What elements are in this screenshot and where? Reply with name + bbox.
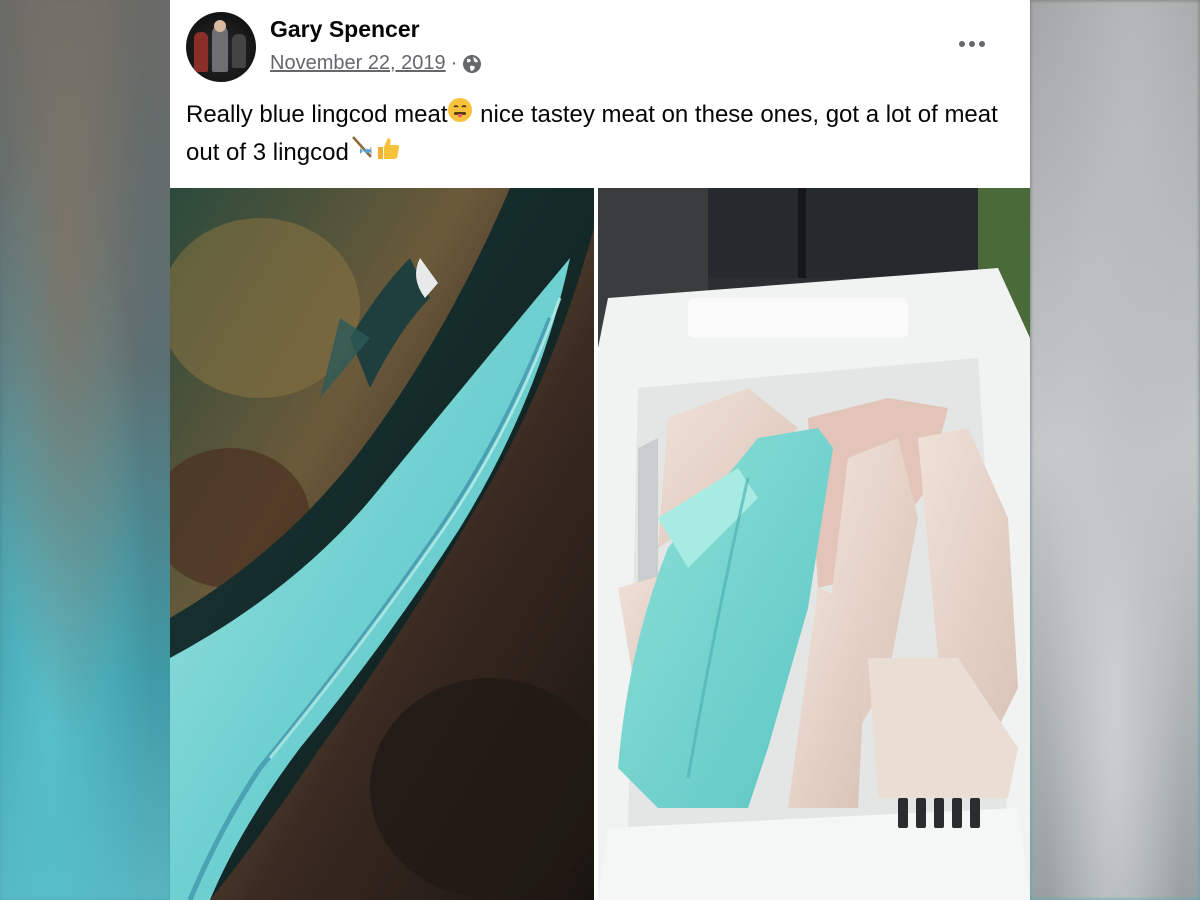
blurred-background-right <box>1030 0 1200 900</box>
blue-lingcod-fillet-photo[interactable] <box>170 188 594 900</box>
post-date[interactable]: November 22, 2019 <box>270 52 446 75</box>
globe-icon[interactable] <box>462 54 482 74</box>
post-header: Gary Spencer November 22, 2019 · <box>170 0 1030 90</box>
thumbs-up-emoji <box>375 135 401 172</box>
caption-text-1: Really blue lingcod meat <box>186 101 448 128</box>
post-caption: Really blue lingcod meat nice tastey mea… <box>186 96 1006 172</box>
author-name[interactable]: Gary Spencer <box>270 16 420 43</box>
tongue-out-face-emoji <box>447 97 473 134</box>
fishing-emoji <box>349 135 375 172</box>
fillets-in-crate-photo[interactable] <box>598 188 1030 900</box>
blurred-background-left <box>0 0 170 900</box>
facebook-post: Gary Spencer November 22, 2019 · Really … <box>170 0 1030 900</box>
meta-separator: · <box>450 52 458 74</box>
more-options-icon[interactable] <box>952 26 992 62</box>
post-meta: November 22, 2019 · <box>270 52 482 75</box>
avatar[interactable] <box>186 12 256 82</box>
